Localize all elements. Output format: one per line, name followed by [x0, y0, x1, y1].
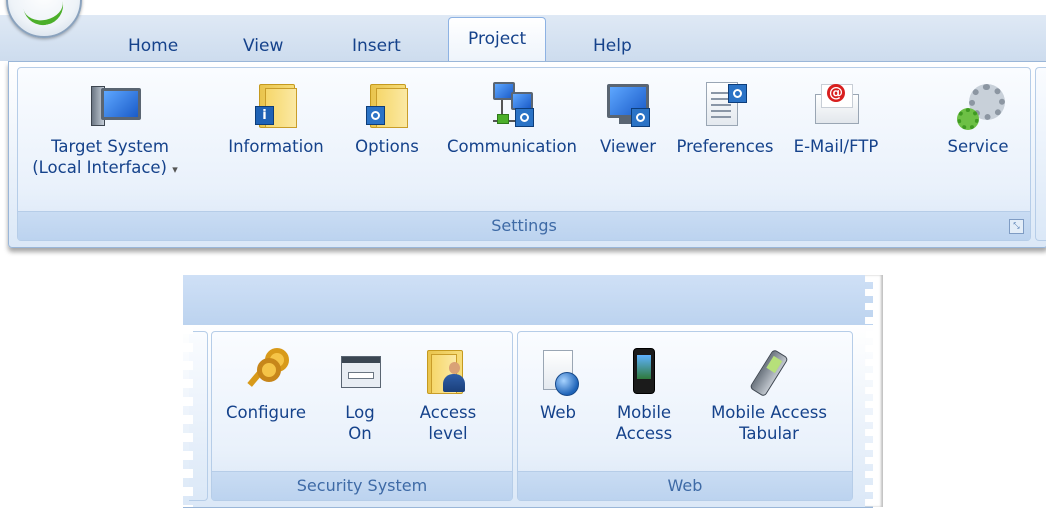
service-label: Service [947, 137, 1009, 156]
torn-edge-right [865, 275, 883, 507]
options-button[interactable]: Options [344, 82, 430, 157]
mobile-access-tabular-button[interactable]: Mobile Access Tabular [694, 348, 844, 444]
ribbon-tab-bar: Home View Insert Project Help [0, 15, 1046, 62]
web-page-icon [535, 348, 581, 396]
email-ftp-button[interactable]: @ E-Mail/FTP [784, 82, 888, 157]
options-label: Options [355, 137, 419, 156]
tab-project[interactable]: Project [448, 17, 547, 62]
web-label: Web [540, 403, 576, 422]
mobile-access-tabular-label-line2: Tabular [739, 424, 799, 443]
dialog-launcher-icon[interactable]: ⤡ [1009, 219, 1024, 234]
access-level-label-line1: Access [419, 403, 477, 422]
tab-view[interactable]: View [243, 32, 283, 60]
configure-button[interactable]: Configure [220, 348, 312, 423]
email-ftp-label: E-Mail/FTP [793, 137, 879, 156]
envelope-icon: @ [813, 82, 859, 128]
ribbon-excerpt: Configure Log On Access level Security S… [183, 275, 883, 508]
target-system-label: Target System [51, 137, 169, 156]
viewer-button[interactable]: Viewer [592, 82, 664, 157]
target-system-sublabel: (Local Interface) ▾ [32, 158, 178, 177]
settings-group: Target System (Local Interface) ▾ i Info… [17, 67, 1031, 241]
access-level-button[interactable]: Access level [408, 348, 488, 444]
mobile-access-button[interactable]: Mobile Access [606, 348, 682, 444]
pda-icon [746, 348, 792, 398]
communication-button[interactable]: Communication [438, 82, 586, 157]
ribbon-panel-excerpt: Configure Log On Access level Security S… [183, 325, 873, 508]
tab-help[interactable]: Help [593, 32, 632, 60]
folder-user-icon [425, 348, 471, 394]
preferences-button[interactable]: Preferences [670, 82, 780, 157]
log-on-label-line2: On [348, 424, 372, 443]
settings-group-label: Settings ⤡ [18, 211, 1030, 240]
service-button[interactable]: Service [940, 82, 1016, 157]
next-group-edge [1035, 67, 1046, 241]
network-icon [489, 82, 535, 128]
web-button[interactable]: Web [528, 348, 588, 423]
ribbon-panel: Target System (Local Interface) ▾ i Info… [8, 61, 1046, 248]
keys-icon [243, 348, 289, 394]
mobile-access-tabular-label-line1: Mobile Access [711, 403, 827, 422]
monitor-settings-icon [605, 82, 651, 128]
login-dialog-icon [337, 348, 383, 394]
security-system-group-label: Security System [212, 471, 512, 500]
preferences-label: Preferences [676, 137, 774, 156]
access-level-label-line2: level [428, 424, 468, 443]
target-system-button[interactable]: Target System (Local Interface) ▾ [30, 82, 190, 180]
project-ribbon: Home View Insert Project Help Target Sys… [0, 0, 1046, 258]
web-group: Web Mobile Access Mobile Access Tabular … [517, 331, 853, 501]
chevron-down-icon: ▾ [172, 163, 178, 176]
log-on-label-line1: Log [345, 403, 375, 422]
folder-settings-icon [364, 82, 410, 128]
security-system-group: Configure Log On Access level Security S… [211, 331, 513, 501]
torn-edge-left [183, 325, 193, 507]
configure-label: Configure [226, 403, 306, 422]
computer-icon [87, 82, 141, 128]
information-button[interactable]: i Information [214, 82, 338, 157]
ribbon-tab-bar-excerpt [183, 275, 873, 325]
mobile-access-label-line1: Mobile [616, 403, 672, 422]
information-label: Information [228, 137, 324, 156]
viewer-label: Viewer [599, 137, 657, 156]
tab-home[interactable]: Home [128, 32, 178, 60]
gears-icon [955, 82, 1005, 130]
log-on-button[interactable]: Log On [330, 348, 390, 444]
document-settings-icon [702, 82, 748, 128]
smartphone-icon [621, 348, 667, 394]
communication-label: Communication [446, 137, 578, 156]
mobile-access-label-line2: Access [615, 424, 673, 443]
app-logo-icon [21, 0, 67, 29]
folder-info-icon: i [253, 82, 299, 128]
tab-insert[interactable]: Insert [352, 32, 401, 60]
web-group-label: Web [518, 471, 852, 500]
